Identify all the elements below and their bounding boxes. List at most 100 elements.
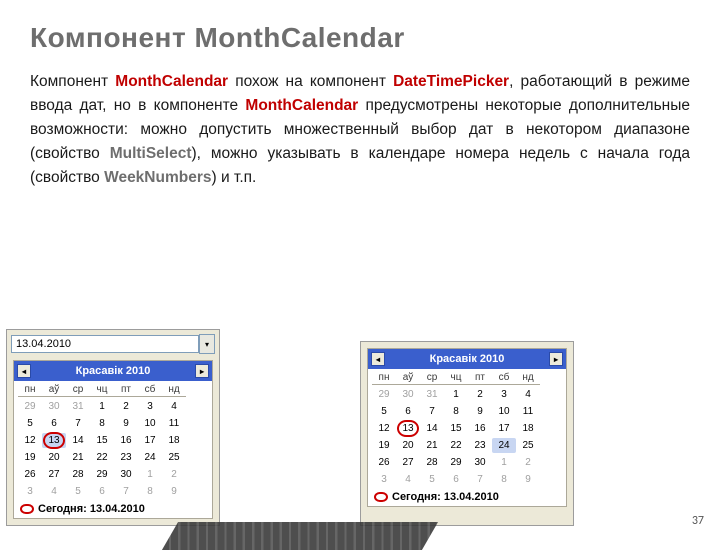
day-cell[interactable]: 31 [66,399,90,414]
day-cell[interactable]: 12 [18,433,42,448]
day-cell[interactable]: 2 [516,455,540,470]
day-cell[interactable]: 18 [516,421,540,436]
day-cell[interactable]: 31 [420,387,444,402]
day-cell[interactable]: 29 [444,455,468,470]
day-cell[interactable]: 24 [492,438,516,453]
day-cell[interactable]: 5 [66,484,90,499]
day-cell[interactable]: 17 [492,421,516,436]
day-cell[interactable]: 5 [372,404,396,419]
day-cell[interactable]: 18 [162,433,186,448]
dow-cell: чц [444,370,468,385]
day-cell[interactable]: 1 [444,387,468,402]
day-cell[interactable]: 6 [396,404,420,419]
day-cell[interactable]: 26 [372,455,396,470]
day-cell[interactable]: 20 [42,450,66,465]
day-cell[interactable]: 30 [468,455,492,470]
day-cell[interactable]: 29 [372,387,396,402]
day-cell[interactable]: 15 [90,433,114,448]
day-cell[interactable]: 25 [162,450,186,465]
day-cell[interactable]: 1 [138,467,162,482]
day-cell[interactable]: 15 [444,421,468,436]
day-cell[interactable]: 3 [492,387,516,402]
day-cell[interactable]: 9 [468,404,492,419]
day-cell[interactable]: 6 [90,484,114,499]
day-cell[interactable]: 26 [18,467,42,482]
day-cell[interactable]: 19 [372,438,396,453]
chevron-left-icon: ◂ [376,355,380,364]
day-cell[interactable]: 27 [42,467,66,482]
dow-cell: пт [468,370,492,385]
day-cell[interactable]: 24 [138,450,162,465]
day-cell[interactable]: 19 [18,450,42,465]
day-cell[interactable]: 6 [42,416,66,431]
day-cell[interactable]: 4 [162,399,186,414]
next-month-button[interactable]: ▸ [195,364,209,378]
day-cell[interactable]: 25 [516,438,540,453]
day-cell[interactable]: 2 [468,387,492,402]
day-cell[interactable]: 2 [162,467,186,482]
day-cell[interactable]: 4 [516,387,540,402]
day-cell[interactable]: 8 [90,416,114,431]
day-cell[interactable]: 14 [420,421,444,436]
day-cell[interactable]: 1 [90,399,114,414]
day-cell[interactable]: 7 [114,484,138,499]
day-cell[interactable]: 21 [420,438,444,453]
day-cell[interactable]: 27 [396,455,420,470]
keyword-multiselect: MultiSelect [110,145,192,162]
text: Компонент [30,73,115,90]
day-cell[interactable]: 2 [114,399,138,414]
prev-month-button[interactable]: ◂ [17,364,31,378]
day-cell[interactable]: 29 [18,399,42,414]
day-cell[interactable]: 23 [468,438,492,453]
today-link[interactable]: Сегодня: 13.04.2010 [14,500,212,518]
day-cell[interactable]: 6 [444,472,468,487]
day-cell[interactable]: 3 [18,484,42,499]
next-month-button[interactable]: ▸ [549,352,563,366]
day-cell[interactable]: 10 [492,404,516,419]
day-cell[interactable]: 5 [18,416,42,431]
day-cell[interactable]: 30 [114,467,138,482]
prev-month-button[interactable]: ◂ [371,352,385,366]
day-cell[interactable]: 12 [372,421,396,436]
day-cell[interactable]: 7 [468,472,492,487]
dropdown-button[interactable]: ▾ [199,334,215,354]
day-cell[interactable]: 8 [444,404,468,419]
day-cell[interactable]: 14 [66,433,90,448]
day-cell[interactable]: 21 [66,450,90,465]
day-cell[interactable]: 16 [114,433,138,448]
day-cell[interactable]: 4 [396,472,420,487]
day-cell[interactable]: 28 [420,455,444,470]
day-cell[interactable]: 23 [114,450,138,465]
week-row: 12131415161718 [368,420,566,437]
day-cell[interactable]: 13 [42,433,66,448]
day-cell[interactable]: 22 [444,438,468,453]
day-cell[interactable]: 11 [516,404,540,419]
day-cell[interactable]: 8 [138,484,162,499]
day-cell[interactable]: 7 [420,404,444,419]
day-cell[interactable]: 20 [396,438,420,453]
day-cell[interactable]: 4 [42,484,66,499]
day-cell[interactable]: 9 [516,472,540,487]
slide-title: Компонент MonthCalendar [30,22,690,54]
day-cell[interactable]: 30 [396,387,420,402]
day-cell[interactable]: 8 [492,472,516,487]
day-cell[interactable]: 28 [66,467,90,482]
day-cell[interactable]: 9 [162,484,186,499]
day-cell[interactable]: 17 [138,433,162,448]
today-link[interactable]: Сегодня: 13.04.2010 [368,488,566,506]
day-cell[interactable]: 29 [90,467,114,482]
date-input[interactable] [11,335,199,353]
day-cell[interactable]: 7 [66,416,90,431]
day-cell[interactable]: 30 [42,399,66,414]
day-cell[interactable]: 3 [138,399,162,414]
day-cell[interactable]: 16 [468,421,492,436]
day-cell[interactable]: 13 [396,421,420,436]
day-cell[interactable]: 5 [420,472,444,487]
day-cell[interactable]: 1 [492,455,516,470]
dow-cell: пн [18,382,42,397]
day-cell[interactable]: 10 [138,416,162,431]
day-cell[interactable]: 9 [114,416,138,431]
day-cell[interactable]: 22 [90,450,114,465]
day-cell[interactable]: 3 [372,472,396,487]
day-cell[interactable]: 11 [162,416,186,431]
